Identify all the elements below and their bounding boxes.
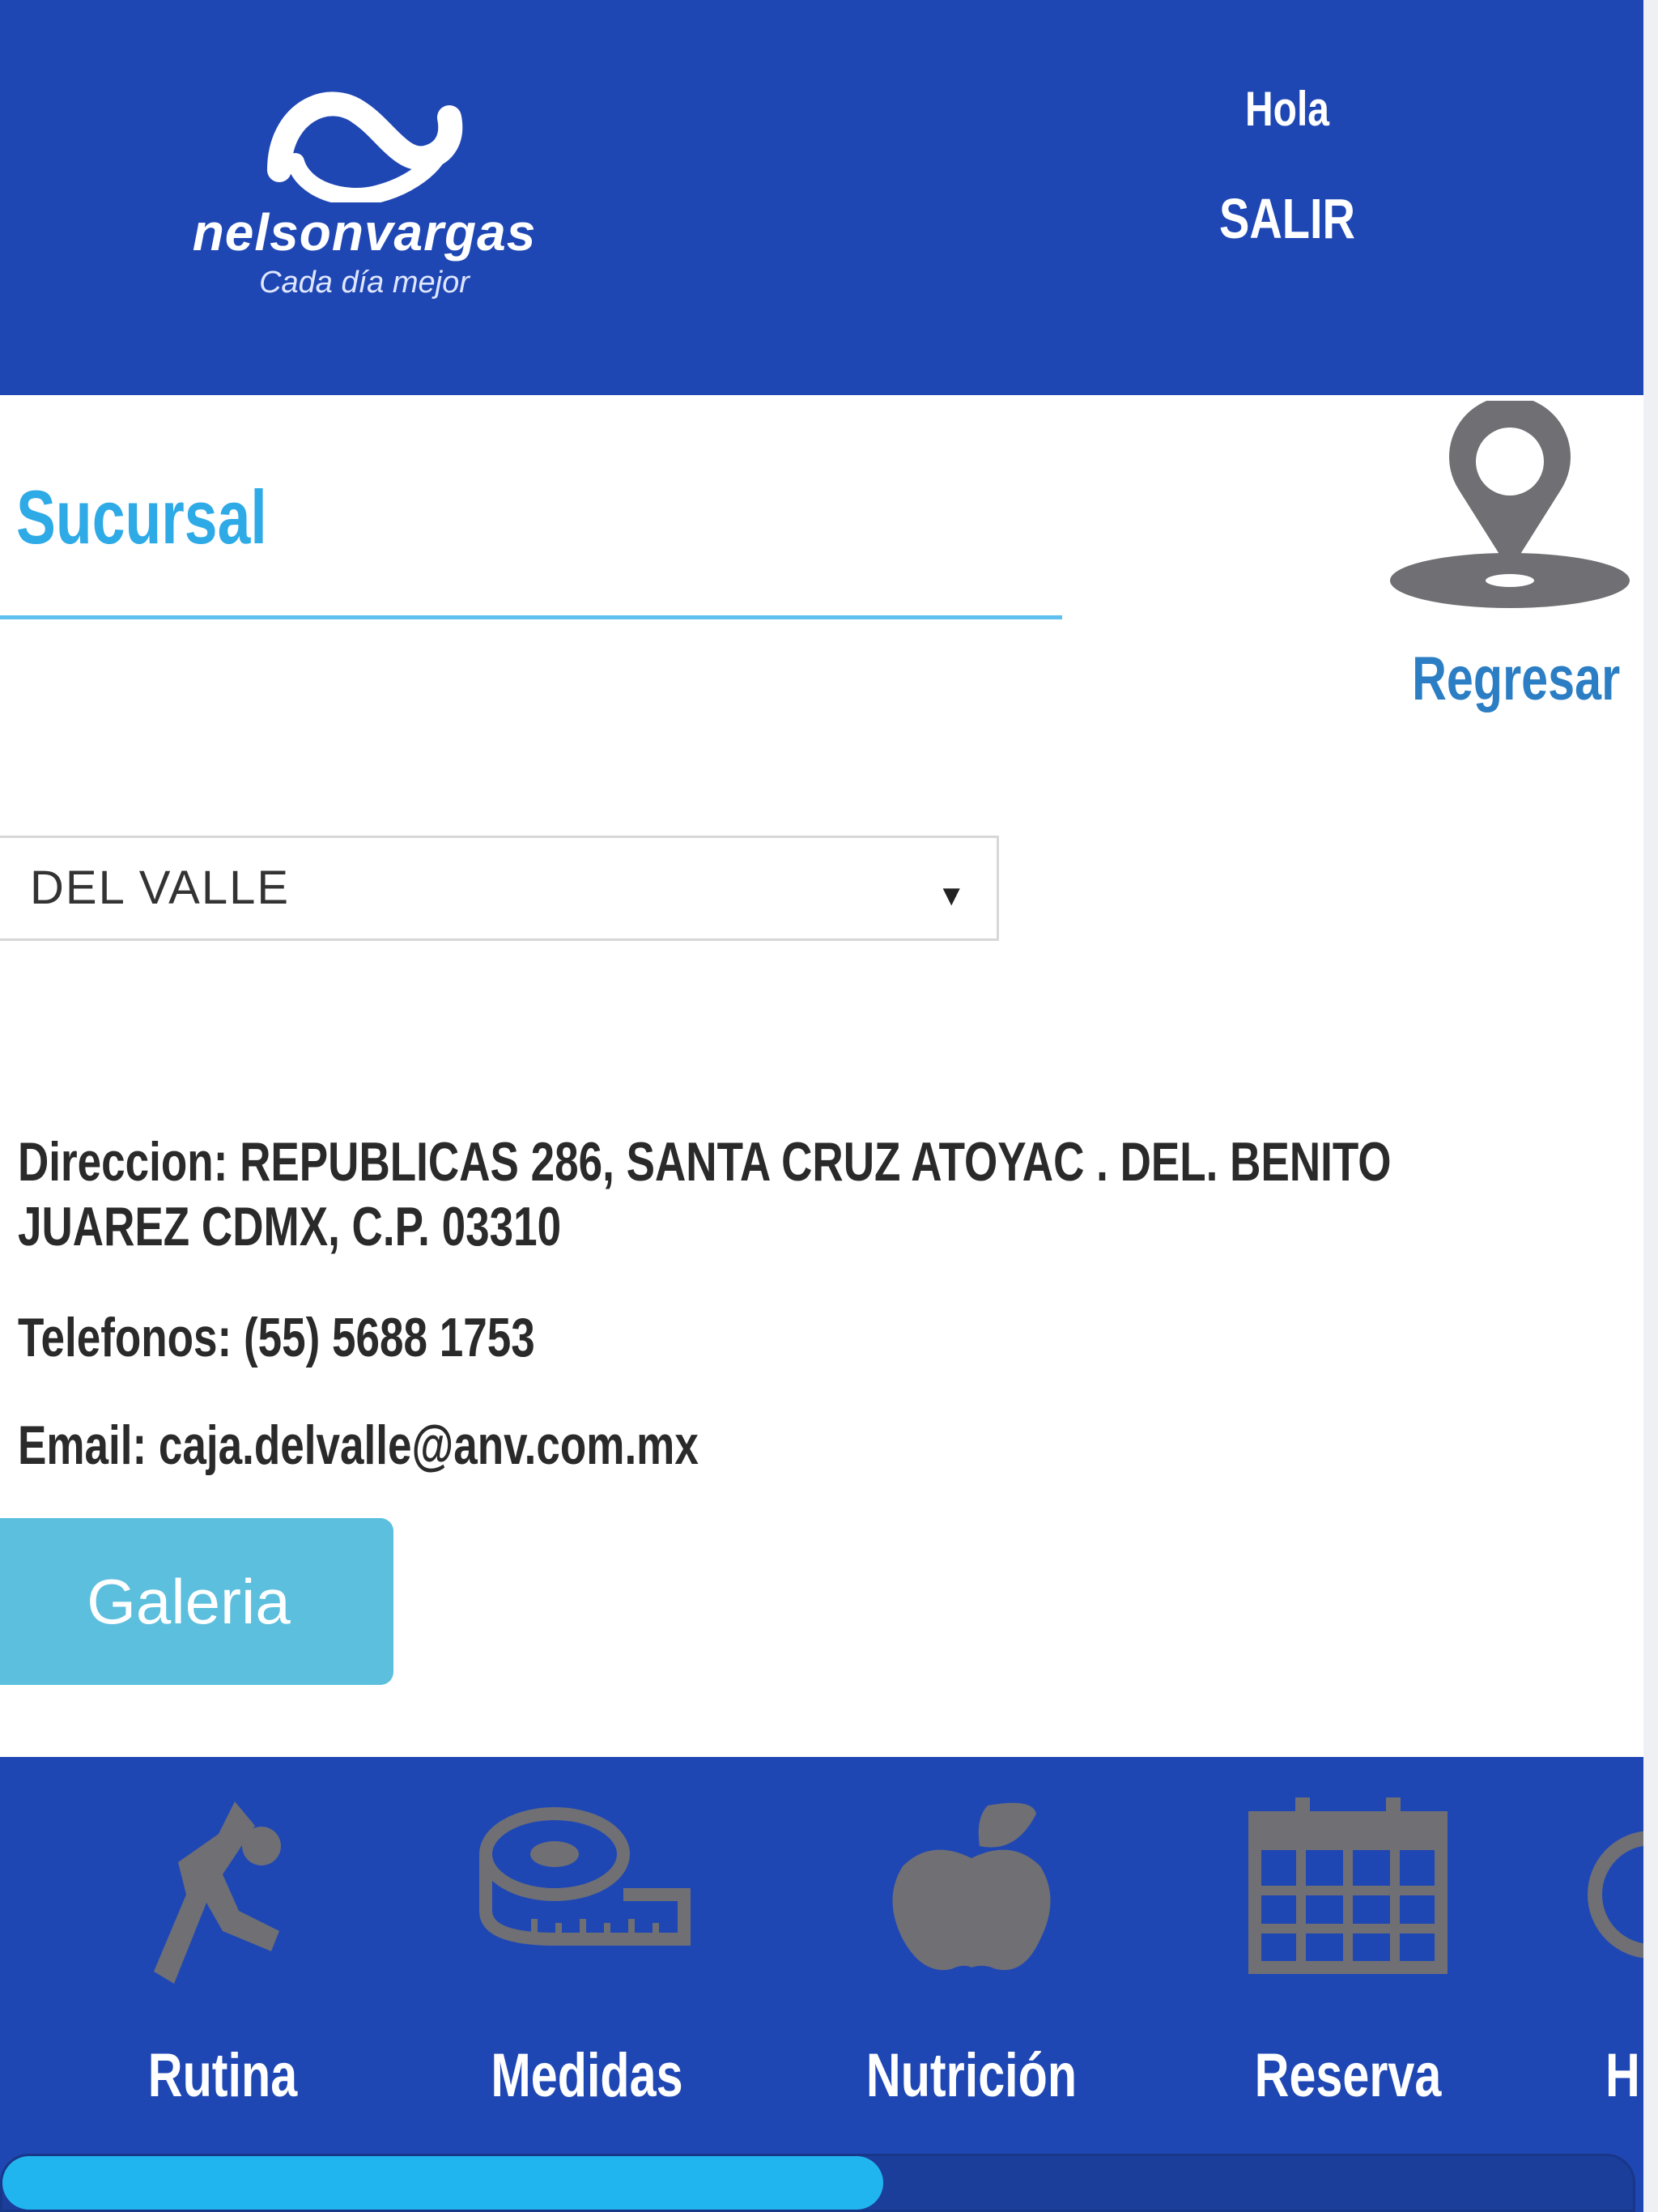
nav-item-partial[interactable]: H bbox=[1587, 1797, 1643, 2110]
bottom-nav: Rutina Medidas Nutrición Reserva H bbox=[0, 1757, 1643, 2212]
nav-item-rutina[interactable]: Rutina bbox=[85, 1797, 360, 2110]
brand-wordmark: nelsonvargas bbox=[192, 203, 537, 262]
nav-label-partial: H bbox=[1605, 2041, 1640, 2110]
page-title: Sucursal bbox=[16, 474, 267, 559]
calendar-icon bbox=[1248, 1797, 1448, 1974]
back-label: Regresar bbox=[1412, 644, 1621, 713]
brand-tagline: Cada día mejor bbox=[259, 266, 470, 300]
nav-label-nutricion: Nutrición bbox=[865, 2041, 1078, 2110]
branch-select-value: DEL VALLE bbox=[30, 861, 291, 914]
nav-item-reserva[interactable]: Reserva bbox=[1210, 1797, 1486, 2110]
nav-label-reserva: Reserva bbox=[1254, 2041, 1442, 2110]
logout-button[interactable]: SALIR bbox=[1216, 186, 1358, 251]
user-greeting: Hola bbox=[1244, 82, 1330, 136]
nav-label-rutina: Rutina bbox=[147, 2041, 298, 2110]
brand-wave-icon bbox=[267, 91, 463, 206]
apple-icon bbox=[892, 1802, 1051, 1971]
nav-label-medidas: Medidas bbox=[491, 2041, 683, 2110]
gallery-button[interactable]: Galeria bbox=[0, 1518, 393, 1685]
chevron-down-icon: ▼ bbox=[937, 878, 966, 912]
back-button[interactable]: Regresar bbox=[1384, 401, 1635, 733]
branch-address-line2: JUAREZ CDMX, C.P. 03310 bbox=[18, 1196, 562, 1257]
branch-address: Direccion: REPUBLICAS 286, SANTA CRUZ AT… bbox=[18, 1131, 1392, 1193]
branch-select[interactable]: DEL VALLE ▼ bbox=[0, 836, 999, 941]
brand-logo[interactable]: nelsonvargas Cada día mejor bbox=[158, 81, 571, 308]
partial-icon bbox=[1588, 1831, 1643, 1959]
tape-measure-icon bbox=[479, 1807, 691, 1946]
nav-scroll-track[interactable] bbox=[0, 2154, 1635, 2212]
nav-item-medidas[interactable]: Medidas bbox=[449, 1797, 725, 2110]
title-divider bbox=[0, 615, 1062, 619]
branch-email: Email: caja.delvalle@anv.com.mx bbox=[18, 1414, 699, 1476]
nav-scroll-thumb[interactable] bbox=[2, 2156, 883, 2210]
branch-phone: Telefonos: (55) 5688 1753 bbox=[18, 1307, 535, 1368]
app-header: nelsonvargas Cada día mejor Hola SALIR bbox=[0, 0, 1643, 395]
nav-item-nutricion[interactable]: Nutrición bbox=[834, 1797, 1109, 2110]
scrollbar-gutter bbox=[1643, 0, 1658, 2212]
map-pin-icon bbox=[1390, 401, 1630, 608]
exercise-icon bbox=[154, 1802, 281, 1984]
